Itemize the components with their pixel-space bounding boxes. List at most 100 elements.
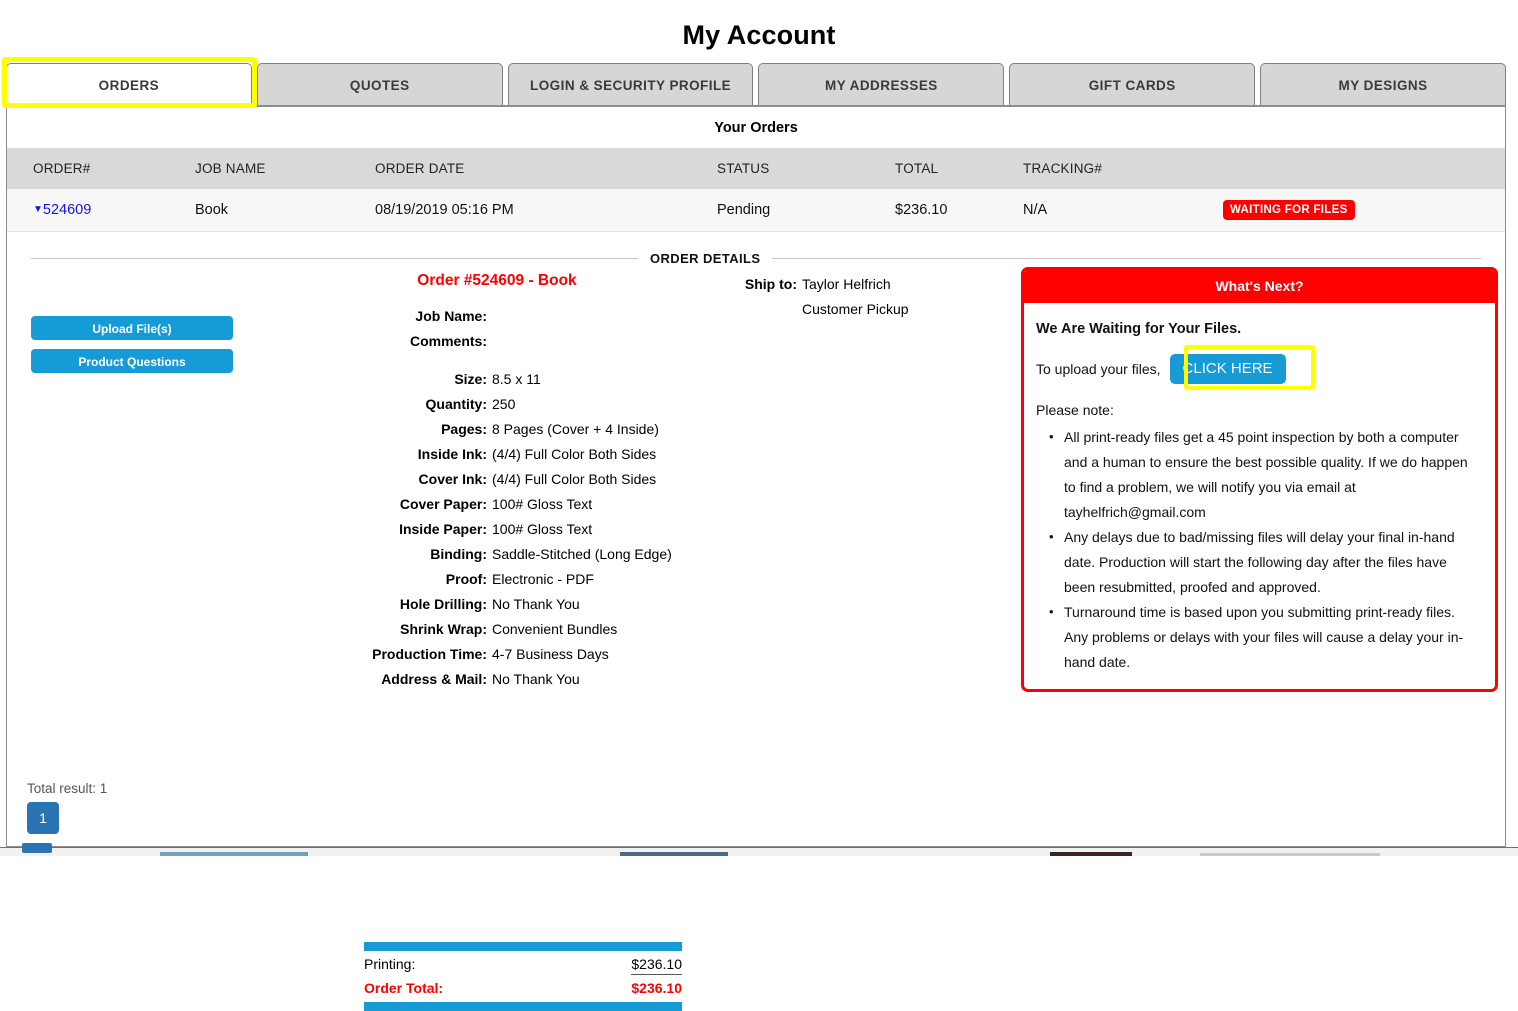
order-total-amount: $236.10 — [631, 980, 682, 996]
spec-key: Quantity: — [307, 392, 492, 417]
orders-panel: Your Orders ORDER# JOB NAME ORDER DATE S… — [6, 105, 1506, 847]
totals-row-order-total: Order Total: $236.10 — [364, 977, 682, 1002]
spec-key: Production Time: — [307, 642, 492, 667]
ship-to-block: Ship to: Taylor Helfrich Customer Pickup — [687, 272, 987, 322]
divider-line-right — [772, 258, 1481, 259]
list-item: All print-ready files get a 45 point ins… — [1064, 425, 1481, 525]
status-badge: WAITING FOR FILES — [1223, 200, 1355, 220]
tab-orders-label: ORDERS — [99, 78, 159, 93]
spec-spacer — [307, 354, 687, 367]
divider-line-left — [31, 258, 638, 259]
order-details-title: ORDER DETAILS — [638, 251, 772, 266]
your-orders-heading: Your Orders — [7, 107, 1505, 148]
ship-to-method-row: Customer Pickup — [687, 297, 987, 322]
spec-row-shrink-wrap: Shrink Wrap: Convenient Bundles — [307, 617, 687, 642]
whats-next-body: We Are Waiting for Your Files. To upload… — [1024, 303, 1495, 689]
chevron-down-icon: ▼ — [33, 204, 43, 215]
tab-orders[interactable]: ORDERS — [6, 63, 252, 107]
column-header-tracking: TRACKING# — [1023, 148, 1223, 189]
order-total-label: Order Total: — [364, 980, 443, 996]
spec-value: 100# Gloss Text — [492, 517, 687, 542]
spec-value: (4/4) Full Color Both Sides — [492, 442, 687, 467]
spec-row-proof: Proof: Electronic - PDF — [307, 567, 687, 592]
spec-key: Cover Ink: — [307, 467, 492, 492]
spec-key: Shrink Wrap: — [307, 617, 492, 642]
whats-next-strong-line: We Are Waiting for Your Files. — [1036, 317, 1481, 342]
tab-quotes[interactable]: QUOTES — [257, 63, 503, 107]
spec-row-inside-ink: Inside Ink: (4/4) Full Color Both Sides — [307, 442, 687, 467]
spec-value: Convenient Bundles — [492, 617, 687, 642]
cell-job-name: Book — [195, 189, 375, 232]
total-result-label: Total result: 1 — [27, 781, 107, 796]
order-number-link[interactable]: ▼524609 — [33, 202, 91, 218]
account-tab-strip: ORDERS QUOTES LOGIN & SECURITY PROFILE M… — [6, 61, 1506, 107]
spec-key: Binding: — [307, 542, 492, 567]
tab-gift-cards-label: GIFT CARDS — [1089, 78, 1176, 93]
printing-amount: $236.10 — [631, 956, 682, 975]
spec-row-production-time: Production Time: 4-7 Business Days — [307, 642, 687, 667]
spec-value: 8.5 x 11 — [492, 367, 687, 392]
column-header-order-number: ORDER# — [7, 148, 195, 189]
whats-next-bullet-list: All print-ready files get a 45 point ins… — [1036, 425, 1481, 675]
column-header-status: STATUS — [717, 148, 895, 189]
orders-table: ORDER# JOB NAME ORDER DATE STATUS TOTAL … — [7, 148, 1505, 232]
product-questions-button[interactable]: Product Questions — [31, 349, 233, 373]
order-detail-heading: Order #524609 - Book — [307, 272, 687, 290]
click-here-button[interactable]: CLICK HERE — [1170, 354, 1286, 384]
column-header-order-date: ORDER DATE — [375, 148, 717, 189]
cell-status: Pending — [717, 189, 895, 232]
whats-next-panel: What's Next? We Are Waiting for Your Fil… — [1021, 267, 1498, 692]
column-header-total: TOTAL — [895, 148, 1023, 189]
taskbar-item-2[interactable] — [160, 852, 308, 856]
tab-gift-cards[interactable]: GIFT CARDS — [1009, 63, 1255, 107]
spec-key: Comments: — [307, 329, 492, 354]
taskbar-item-1[interactable] — [22, 843, 52, 853]
totals-top-bar — [364, 942, 682, 951]
spec-key: Inside Paper: — [307, 517, 492, 542]
tab-my-designs[interactable]: MY DESIGNS — [1260, 63, 1506, 107]
ship-to-name-row: Ship to: Taylor Helfrich — [687, 272, 987, 297]
spec-row-inside-paper: Inside Paper: 100# Gloss Text — [307, 517, 687, 542]
spec-value: 8 Pages (Cover + 4 Inside) — [492, 417, 687, 442]
column-header-badge — [1223, 148, 1505, 189]
tab-login-security-profile[interactable]: LOGIN & SECURITY PROFILE — [508, 63, 754, 107]
order-totals: Printing: $236.10 Order Total: $236.10 — [364, 942, 682, 1011]
spec-key: Size: — [307, 367, 492, 392]
spec-key: Job Name: — [307, 304, 492, 329]
upload-files-button[interactable]: Upload File(s) — [31, 316, 233, 340]
spec-value — [492, 304, 687, 329]
spec-row-job-name: Job Name: — [307, 304, 687, 329]
list-item: Turnaround time is based upon you submit… — [1064, 600, 1481, 675]
spec-row-size: Size: 8.5 x 11 — [307, 367, 687, 392]
order-number-text: 524609 — [43, 202, 91, 218]
cell-status-badge: WAITING FOR FILES — [1223, 189, 1505, 232]
tab-my-addresses[interactable]: MY ADDRESSES — [758, 63, 1004, 107]
spec-row-comments: Comments: — [307, 329, 687, 354]
spec-value: No Thank You — [492, 592, 687, 617]
ship-to-method: Customer Pickup — [802, 297, 909, 322]
pagination-page-1-button[interactable]: 1 — [27, 802, 59, 834]
spec-key: Hole Drilling: — [307, 592, 492, 617]
tab-my-designs-label: MY DESIGNS — [1339, 78, 1428, 93]
column-header-job-name: JOB NAME — [195, 148, 375, 189]
cell-total: $236.10 — [895, 189, 1023, 232]
cell-order-date: 08/19/2019 05:16 PM — [375, 189, 717, 232]
upload-prompt-text: To upload your files, — [1036, 357, 1161, 382]
orders-table-header-row: ORDER# JOB NAME ORDER DATE STATUS TOTAL … — [7, 148, 1505, 189]
taskbar-item-4[interactable] — [1050, 852, 1132, 856]
printing-label: Printing: — [364, 956, 415, 975]
order-details-divider: ORDER DETAILS — [31, 251, 1481, 266]
spec-value: Saddle-Stitched (Long Edge) — [492, 542, 687, 567]
table-row[interactable]: ▼524609 Book 08/19/2019 05:16 PM Pending… — [7, 189, 1505, 232]
page-title: My Account — [0, 0, 1518, 51]
taskbar-item-3[interactable] — [620, 852, 728, 856]
spec-row-quantity: Quantity: 250 — [307, 392, 687, 417]
spec-row-binding: Binding: Saddle-Stitched (Long Edge) — [307, 542, 687, 567]
spec-key: Pages: — [307, 417, 492, 442]
please-note-label: Please note: — [1036, 398, 1481, 423]
spec-value: (4/4) Full Color Both Sides — [492, 467, 687, 492]
ship-to-name: Taylor Helfrich — [802, 272, 891, 297]
spec-value: 4-7 Business Days — [492, 642, 687, 667]
spec-row-hole-drilling: Hole Drilling: No Thank You — [307, 592, 687, 617]
tab-login-security-profile-label: LOGIN & SECURITY PROFILE — [530, 78, 731, 93]
